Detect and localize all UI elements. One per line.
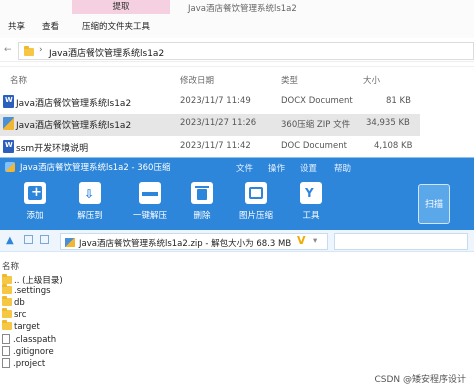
- watermark: CSDN @矮安程序设计: [374, 375, 466, 385]
- back-icon[interactable]: ←: [4, 45, 12, 55]
- file-size: 81 KB: [386, 96, 411, 106]
- word-icon-letter: W: [5, 96, 13, 104]
- tab-extract[interactable]: 提取: [72, 0, 170, 14]
- file-type: 360压缩 ZIP 文件: [281, 120, 351, 130]
- entry-name: .project: [13, 359, 46, 369]
- file-name: Java酒店餐饮管理系统ls1a2: [16, 99, 132, 109]
- menu-file[interactable]: 文件: [236, 162, 253, 174]
- file-icon: [2, 358, 10, 368]
- file-row[interactable]: W Java酒店餐饮管理系统ls1a2 2023/11/7 11:49 DOCX…: [0, 92, 420, 114]
- list-item[interactable]: .classpath: [2, 334, 56, 345]
- verify-icon[interactable]: V: [297, 234, 306, 247]
- extract-to-button[interactable]: ⇩ 解压到: [73, 182, 107, 221]
- folder-icon: [2, 308, 12, 318]
- menu-help[interactable]: 帮助: [334, 162, 351, 174]
- header-size[interactable]: 大小: [363, 74, 380, 86]
- list-item[interactable]: .. (上级目录): [2, 274, 63, 286]
- entry-name: .classpath: [13, 335, 57, 345]
- file-icon: [2, 334, 10, 344]
- file-row-selected[interactable]: Java酒店餐饮管理系统ls1a2 2023/11/27 11:26 360压缩…: [0, 114, 420, 136]
- folder-icon: [24, 46, 34, 56]
- header-modified[interactable]: 修改日期: [180, 74, 214, 86]
- chevron-right-icon: ›: [39, 45, 43, 55]
- zip-titlebar: Java酒店餐饮管理系统ls1a2 - 360压缩 文件 操作 设置 帮助: [0, 158, 474, 176]
- image-compress-button[interactable]: 图片压缩: [236, 182, 276, 221]
- tools-icon: Y: [300, 182, 322, 204]
- folder-icon: [2, 284, 12, 294]
- list-item[interactable]: .gitignore: [2, 346, 54, 357]
- folder-icon: [2, 296, 12, 306]
- menu-settings[interactable]: 设置: [300, 162, 317, 174]
- zip-icon: [65, 238, 75, 247]
- list-item[interactable]: .project: [2, 358, 45, 369]
- zip-window: Java酒店餐饮管理系统ls1a2 - 360压缩 文件 操作 设置 帮助 + …: [0, 157, 474, 389]
- app-icon: [5, 162, 15, 172]
- folder-icon: [2, 320, 12, 330]
- zip-path: Java酒店餐饮管理系统ls1a2.zip - 解包大小为 68.3 MB: [79, 239, 292, 249]
- tools-label: 工具: [302, 211, 320, 221]
- header-type[interactable]: 类型: [281, 74, 298, 86]
- header-name[interactable]: 名称: [10, 74, 27, 86]
- scan-button[interactable]: 扫描: [418, 184, 450, 224]
- list-view-icon[interactable]: [40, 235, 49, 244]
- file-type: DOCX Document: [281, 96, 353, 106]
- entry-name: src: [14, 310, 27, 320]
- zip-search-input[interactable]: [334, 233, 468, 250]
- zip-toolbar: + 添加 ⇩ 解压到 一键解压 删除 图片压缩 Y 工具: [0, 176, 474, 230]
- breadcrumb[interactable]: Java酒店餐饮管理系统ls1a2: [49, 46, 164, 59]
- up-icon[interactable]: ▲: [6, 235, 14, 246]
- trash-icon: [191, 182, 213, 204]
- file-size: 4,108 KB: [374, 141, 413, 151]
- tools-button[interactable]: Y 工具: [294, 182, 328, 221]
- file-icon: [2, 346, 10, 356]
- column-headers: 名称 修改日期 类型 大小: [0, 72, 474, 88]
- file-row[interactable]: W ssm开发环境说明 2023/11/7 11:42 DOC Document…: [0, 137, 420, 159]
- add-button[interactable]: + 添加: [18, 182, 52, 221]
- file-modified: 2023/11/7 11:42: [180, 141, 251, 151]
- delete-button[interactable]: 删除: [185, 182, 219, 221]
- delete-label: 删除: [193, 211, 211, 221]
- extract-icon: ⇩: [79, 182, 101, 204]
- list-item[interactable]: .settings: [2, 284, 51, 297]
- entry-name: target: [14, 322, 40, 332]
- address-box[interactable]: › Java酒店餐饮管理系统ls1a2: [18, 42, 474, 60]
- one-click-extract-icon: [139, 182, 161, 204]
- zip-icon: [3, 117, 14, 130]
- file-name: Java酒店餐饮管理系统ls1a2: [16, 121, 132, 131]
- entry-name: db: [14, 298, 25, 308]
- add-icon: +: [24, 182, 46, 204]
- tab-zip-tools[interactable]: 压缩的文件夹工具: [82, 20, 150, 32]
- file-name: ssm开发环境说明: [16, 144, 89, 154]
- zip-title: Java酒店餐饮管理系统ls1a2 - 360压缩: [20, 163, 171, 173]
- file-size: 34,935 KB: [366, 118, 410, 128]
- file-modified: 2023/11/7 11:49: [180, 96, 251, 106]
- entry-name: .. (上级目录): [14, 276, 63, 286]
- menu-operate[interactable]: 操作: [268, 162, 285, 174]
- list-header-name[interactable]: 名称: [2, 260, 19, 272]
- word-icon-letter: W: [5, 141, 13, 149]
- one-click-extract-label: 一键解压: [132, 211, 167, 221]
- zip-path-field[interactable]: Java酒店餐饮管理系统ls1a2.zip - 解包大小为 68.3 MB V …: [60, 233, 328, 250]
- image-compress-label: 图片压缩: [238, 211, 273, 221]
- view-icon[interactable]: [24, 235, 33, 244]
- list-item[interactable]: target: [2, 320, 40, 333]
- entry-name: .settings: [14, 286, 51, 296]
- tab-share[interactable]: 共享: [8, 20, 25, 32]
- scan-label: 扫描: [424, 200, 443, 210]
- folder-icon: [2, 274, 12, 284]
- divider: [0, 66, 474, 67]
- image-icon: [245, 182, 267, 204]
- file-modified: 2023/11/27 11:26: [180, 118, 257, 128]
- add-label: 添加: [26, 211, 44, 221]
- file-type: DOC Document: [281, 141, 347, 151]
- chevron-down-icon[interactable]: ▾: [313, 236, 317, 246]
- entry-name: .gitignore: [13, 347, 54, 357]
- extract-to-label: 解压到: [77, 211, 103, 221]
- tab-view[interactable]: 查看: [42, 20, 59, 32]
- one-click-extract-button[interactable]: 一键解压: [128, 182, 172, 221]
- window-title: Java酒店餐饮管理系统ls1a2: [188, 4, 297, 14]
